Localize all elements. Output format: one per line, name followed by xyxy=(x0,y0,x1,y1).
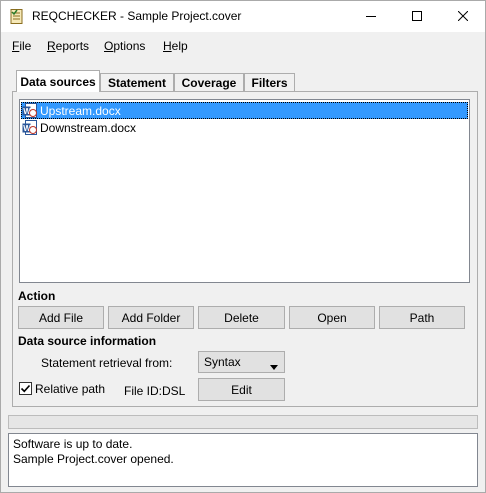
list-item[interactable]: W Downstream.docx xyxy=(21,119,468,136)
chevron-down-icon xyxy=(270,359,278,373)
maximize-icon xyxy=(412,10,422,24)
path-button[interactable]: Path xyxy=(379,306,465,329)
action-group-label: Action xyxy=(18,289,56,303)
menu-bar: File Reports Options Help xyxy=(1,32,485,61)
word-document-icon: W xyxy=(22,119,38,136)
title-bar[interactable]: REQCHECKER - Sample Project.cover xyxy=(1,1,485,32)
relative-path-checkbox[interactable] xyxy=(19,382,32,395)
window-title: REQCHECKER - Sample Project.cover xyxy=(32,9,242,23)
retrieval-select[interactable]: Syntax xyxy=(198,351,285,373)
retrieval-value: Syntax xyxy=(204,355,241,369)
file-id-label: File ID:DSL xyxy=(124,384,186,398)
edit-button[interactable]: Edit xyxy=(198,378,285,401)
tab-data-sources[interactable]: Data sources xyxy=(16,70,100,92)
menu-options[interactable]: Options xyxy=(104,39,145,53)
menu-help[interactable]: Help xyxy=(163,39,188,53)
open-button[interactable]: Open xyxy=(289,306,375,329)
file-name: Upstream.docx xyxy=(40,103,121,118)
add-folder-button[interactable]: Add Folder xyxy=(108,306,194,329)
tab-filters[interactable]: Filters xyxy=(244,73,295,92)
menu-reports[interactable]: Reports xyxy=(47,39,89,53)
close-icon xyxy=(457,10,469,24)
maximize-button[interactable] xyxy=(394,1,440,32)
close-button[interactable] xyxy=(440,1,486,32)
data-source-info-label: Data source information xyxy=(18,334,157,348)
menu-file[interactable]: File xyxy=(12,39,31,53)
data-sources-panel: W Upstream.docx W Downstream.docx Action… xyxy=(12,91,478,407)
checkmark-icon xyxy=(20,384,31,393)
app-logo-icon xyxy=(10,9,24,24)
add-file-button[interactable]: Add File xyxy=(18,306,104,329)
minimize-icon xyxy=(366,10,376,24)
file-list[interactable]: W Upstream.docx W Downstream.docx xyxy=(19,99,470,283)
retrieval-label: Statement retrieval from: xyxy=(41,356,173,370)
progress-bar xyxy=(8,415,478,429)
status-log[interactable]: Software is up to date. Sample Project.c… xyxy=(8,433,478,487)
word-document-icon: W xyxy=(22,102,38,119)
minimize-button[interactable] xyxy=(348,1,394,32)
file-name: Downstream.docx xyxy=(40,120,137,135)
tab-coverage[interactable]: Coverage xyxy=(174,73,244,92)
list-item[interactable]: W Upstream.docx xyxy=(21,102,468,119)
tab-statement[interactable]: Statement xyxy=(100,73,174,92)
log-line: Software is up to date. xyxy=(13,437,133,451)
log-line: Sample Project.cover opened. xyxy=(13,452,174,466)
relative-path-label: Relative path xyxy=(35,382,106,396)
delete-button[interactable]: Delete xyxy=(198,306,285,329)
app-window: REQCHECKER - Sample Project.cover File R… xyxy=(0,0,486,493)
